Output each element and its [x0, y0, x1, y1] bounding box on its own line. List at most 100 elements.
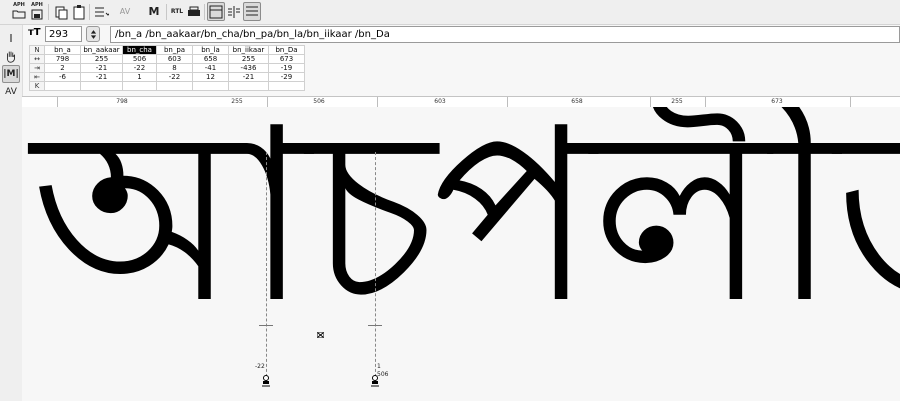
- width-cell[interactable]: 603: [156, 54, 193, 64]
- lsb-cell[interactable]: -22: [122, 63, 157, 73]
- m-icon: M: [148, 5, 160, 18]
- lsb-cell[interactable]: -21: [80, 63, 123, 73]
- paste-icon: [73, 4, 85, 19]
- metrics-tool[interactable]: |M|: [2, 65, 20, 83]
- lsb-cell[interactable]: -41: [192, 63, 229, 73]
- width-cell[interactable]: 658: [192, 54, 229, 64]
- view-bottom-button[interactable]: [243, 2, 261, 21]
- aph-open-button[interactable]: APH: [10, 2, 28, 21]
- glyph-name-cell[interactable]: bn_la: [192, 45, 229, 55]
- metrics-table: N bn_a bn_aakaar bn_cha bn_pa bn_la bn_i…: [29, 45, 305, 91]
- kern-cell[interactable]: [80, 81, 123, 91]
- view-split-button[interactable]: [225, 2, 243, 21]
- guide-tick: [259, 325, 273, 326]
- kern-icon: AV: [119, 7, 131, 16]
- width-icon: ↔: [29, 54, 45, 64]
- row-header: N: [29, 45, 45, 55]
- kern-cell[interactable]: [192, 81, 229, 91]
- rtl-icon: RTL: [170, 8, 184, 15]
- ruler-label: 255: [231, 98, 243, 105]
- glyph-preview-text: আচপলীড: [31, 107, 900, 356]
- toolbar-divider: [48, 4, 49, 20]
- anchor-marker-icon[interactable]: [317, 332, 324, 338]
- lsb-row: ⇥ 2 -21 -22 8 -41 -436 -19: [29, 63, 305, 73]
- text-cursor-icon: I: [9, 31, 13, 45]
- kern-cell[interactable]: [156, 81, 193, 91]
- lsb-handle-icon[interactable]: [262, 375, 270, 387]
- print-button[interactable]: [185, 2, 203, 21]
- tool-column: I |M| AV: [0, 25, 23, 401]
- kern-cell[interactable]: [268, 81, 305, 91]
- width-cell[interactable]: 255: [228, 54, 269, 64]
- ruler-tick: [377, 97, 378, 107]
- view-top-button[interactable]: [207, 2, 225, 21]
- kern-av-button[interactable]: AV: [116, 2, 134, 21]
- left-sidebearing-guide[interactable]: [266, 152, 267, 382]
- glyph-name-cell-selected[interactable]: bn_cha: [122, 45, 157, 55]
- kern-cell[interactable]: [228, 81, 269, 91]
- glyph-name-cell[interactable]: bn_pa: [156, 45, 193, 55]
- toolbar-divider: [166, 4, 167, 20]
- width-cell[interactable]: 255: [80, 54, 123, 64]
- view-bottom-icon: [246, 6, 258, 15]
- lsb-cell[interactable]: -436: [228, 63, 269, 73]
- toolbar-divider: [204, 4, 205, 20]
- rsb-cell[interactable]: 12: [192, 72, 229, 82]
- rtl-button[interactable]: RTL: [168, 2, 186, 21]
- hand-tool[interactable]: [2, 47, 20, 65]
- rsb-cell[interactable]: -21: [80, 72, 123, 82]
- kern-cell[interactable]: [122, 81, 157, 91]
- rsb-cell[interactable]: -21: [228, 72, 269, 82]
- ruler-label: 673: [771, 98, 783, 105]
- width-row: ↔ 798 255 506 603 658 255 673: [29, 54, 305, 64]
- glyph-name-cell[interactable]: bn_iikaar: [228, 45, 269, 55]
- glyph-name-cell[interactable]: bn_aakaar: [80, 45, 123, 55]
- rsb-row: ⇤ -6 -21 1 -22 12 -21 -29: [29, 72, 305, 82]
- width-cell[interactable]: 798: [44, 54, 81, 64]
- rsb-cell[interactable]: -29: [268, 72, 305, 82]
- glyph-name-cell[interactable]: bn_Da: [268, 45, 305, 55]
- copy-button[interactable]: [52, 2, 70, 21]
- print-icon: [188, 6, 200, 16]
- rsb-handle-icon[interactable]: [371, 375, 379, 387]
- width-cell[interactable]: 673: [268, 54, 305, 64]
- font-size-input[interactable]: 293: [45, 26, 82, 42]
- lsb-cell[interactable]: 2: [44, 63, 81, 73]
- lsb-value-label: -22: [255, 363, 265, 370]
- glyph-name-cell[interactable]: bn_a: [44, 45, 81, 55]
- ruler-label: 506: [313, 98, 325, 105]
- metrics-button[interactable]: M: [145, 2, 163, 21]
- list-button[interactable]: [92, 2, 110, 21]
- font-size-icon: ᴛT: [28, 27, 41, 38]
- rsb-cell[interactable]: 1: [122, 72, 157, 82]
- rsb-cell[interactable]: -22: [156, 72, 193, 82]
- ruler-tick: [507, 97, 508, 107]
- rsb-value-label: 1: [377, 363, 381, 370]
- text-tool[interactable]: I: [2, 29, 20, 47]
- width-cell[interactable]: 506: [122, 54, 157, 64]
- paste-button[interactable]: [70, 2, 88, 21]
- ruler-label: 255: [671, 98, 683, 105]
- guide-tick: [368, 325, 382, 326]
- glyph-text-input[interactable]: /bn_a /bn_aakaar/bn_cha/bn_pa/bn_la/bn_i…: [110, 26, 900, 43]
- lsb-cell[interactable]: 8: [156, 63, 193, 73]
- glyph-name-row: N bn_a bn_aakaar bn_cha bn_pa bn_la bn_i…: [29, 45, 305, 55]
- font-size-stepper[interactable]: [86, 26, 100, 42]
- lsb-icon: ⇥: [29, 63, 45, 73]
- rsb-cell[interactable]: -6: [44, 72, 81, 82]
- ruler-tick: [650, 97, 651, 107]
- ruler-tick: [57, 97, 58, 107]
- ruler-label: 658: [571, 98, 583, 105]
- glyph-canvas[interactable]: আচপলীড -22 1 506: [22, 107, 900, 401]
- copy-icon: [55, 6, 68, 19]
- view-split-icon: [228, 5, 240, 18]
- aph-save-button[interactable]: APH: [28, 2, 46, 21]
- main-toolbar: APH APH AV M RTL: [0, 0, 900, 25]
- kern-tool[interactable]: AV: [2, 83, 20, 101]
- stepper-arrows-icon: [90, 29, 96, 39]
- rsb-icon: ⇤: [29, 72, 45, 82]
- kern-cell[interactable]: [44, 81, 81, 91]
- lsb-cell[interactable]: -19: [268, 63, 305, 73]
- list-icon: [95, 7, 109, 16]
- right-sidebearing-guide[interactable]: [375, 152, 376, 382]
